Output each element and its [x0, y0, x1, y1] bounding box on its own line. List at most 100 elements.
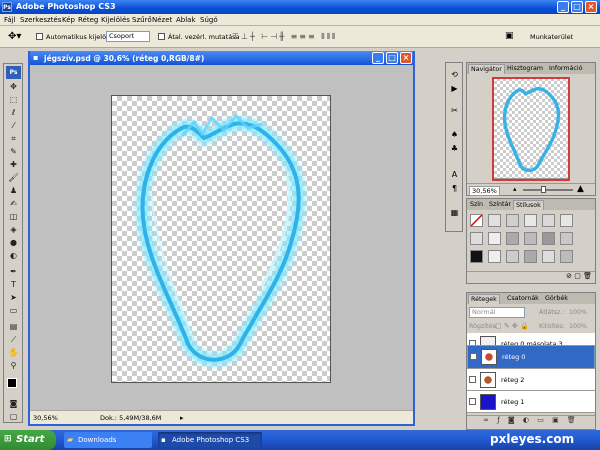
blend-mode-dropdown[interactable]: Normál [469, 307, 525, 318]
dock-brushes-icon[interactable]: ♠ [449, 129, 460, 140]
tab-styles[interactable]: Stílusok [513, 200, 544, 210]
zoom-slider[interactable] [523, 189, 573, 191]
taskbar-item-photoshop[interactable]: ▪ Adobe Photoshop CS3 [158, 432, 262, 448]
dock-clone-source-icon[interactable]: ♣ [449, 143, 460, 154]
dodge-icon[interactable]: ◐ [7, 250, 20, 261]
doc-close-icon[interactable]: × [400, 52, 412, 64]
fill-value[interactable]: 100% [569, 323, 587, 330]
menu-file[interactable]: Fájl [4, 16, 16, 24]
style-swatch[interactable] [524, 214, 537, 227]
type-icon[interactable]: T [7, 279, 20, 290]
lock-icons[interactable]: ▢ ✎ ✥ 🔒 [495, 322, 529, 330]
layer-row-selected[interactable]: réteg 0 [467, 345, 595, 369]
dock-character-icon[interactable]: A [449, 169, 460, 180]
tab-info[interactable]: Információ [547, 64, 584, 74]
dock-actions-icon[interactable]: ▶ [449, 83, 460, 94]
canvas-area[interactable] [30, 65, 413, 410]
workspace-icon[interactable]: ▣ [505, 31, 514, 41]
dock-layer-comps-icon[interactable]: ▦ [449, 207, 460, 218]
auto-select-dropdown[interactable]: Csoport [106, 31, 150, 42]
style-swatch[interactable] [470, 250, 483, 263]
show-transform-checkbox[interactable] [158, 33, 165, 40]
history-brush-icon[interactable]: ✍ [7, 198, 20, 209]
menu-window[interactable]: Ablak [176, 16, 196, 24]
style-swatch[interactable] [560, 214, 573, 227]
style-swatch[interactable] [488, 250, 501, 263]
screen-mode-icon[interactable]: ▢ [7, 411, 20, 422]
hand-icon[interactable]: ✋ [7, 347, 20, 358]
quick-mask-icon[interactable]: ◙ [7, 398, 20, 409]
navigator-view-box[interactable] [492, 77, 570, 181]
close-icon[interactable]: × [585, 1, 597, 13]
tab-curves[interactable]: Görbék [543, 294, 570, 304]
opacity-value[interactable]: 100% [569, 309, 587, 316]
layers-footer-icons[interactable]: ∞ ƒ ◙ ◐ ▭ ▣ 🗑 [467, 415, 595, 427]
taskbar-item-downloads[interactable]: ▰ Downloads [64, 432, 152, 448]
style-swatch[interactable] [542, 214, 555, 227]
navigator-zoom[interactable]: 30,56% [469, 186, 500, 196]
notes-icon[interactable]: ▤ [7, 321, 20, 332]
tab-color[interactable]: Szín [468, 200, 485, 210]
align-icons[interactable]: ⊤⊥┼ ⊢⊣╫ ≡≡≡ ⫴⫴⫴ [232, 32, 337, 42]
doc-size-info[interactable]: Dok.: 5,49M/38,6M [100, 414, 161, 422]
move-tool-icon[interactable]: ✥▾ [8, 31, 21, 42]
stamp-icon[interactable]: ♟ [7, 185, 20, 196]
layer-row[interactable]: réteg 1 [467, 391, 595, 413]
tab-navigator[interactable]: Navigátor [468, 64, 505, 74]
style-swatch[interactable] [470, 232, 483, 245]
visibility-toggle[interactable] [469, 376, 476, 383]
visibility-toggle[interactable] [469, 398, 476, 405]
style-swatch[interactable] [506, 214, 519, 227]
style-swatch[interactable] [524, 232, 537, 245]
zoom-icon[interactable]: ⚲ [7, 360, 20, 371]
crop-icon[interactable]: ⌗ [7, 133, 20, 144]
styles-footer-icons[interactable]: ⊘ ▢ 🗑 [467, 271, 595, 283]
tab-swatches[interactable]: Színtár [487, 200, 513, 210]
magic-wand-icon[interactable]: ⁄ [7, 120, 20, 131]
menu-edit[interactable]: Szerkesztés [20, 16, 61, 24]
tab-channels[interactable]: Csatornák [505, 294, 541, 304]
workspace-label[interactable]: Munkaterület [530, 33, 573, 41]
dock-tool-presets-icon[interactable]: ✂ [449, 105, 460, 116]
auto-select-checkbox[interactable] [36, 33, 43, 40]
maximize-icon[interactable]: □ [571, 1, 583, 13]
menu-help[interactable]: Súgó [200, 16, 218, 24]
shape-icon[interactable]: ▭ [7, 305, 20, 316]
zoom-level[interactable]: 30,56% [33, 414, 58, 422]
style-swatch[interactable] [560, 232, 573, 245]
zoom-out-icon[interactable]: ▴ [513, 185, 517, 193]
foreground-color-swatch[interactable] [7, 378, 17, 388]
menu-layer[interactable]: Réteg [78, 16, 98, 24]
doc-maximize-icon[interactable]: □ [386, 52, 398, 64]
eraser-icon[interactable]: ◫ [7, 211, 20, 222]
style-swatch[interactable] [488, 214, 501, 227]
image-canvas[interactable] [111, 95, 331, 383]
layer-row[interactable]: réteg 2 [467, 369, 595, 391]
zoom-in-icon[interactable]: ▲ [577, 184, 584, 194]
bucket-icon[interactable]: ◈ [7, 224, 20, 235]
move-icon[interactable]: ✥ [7, 81, 20, 92]
style-swatch[interactable] [524, 250, 537, 263]
document-title-bar[interactable]: ▪ jégszív.psd @ 30,6% (réteg 0,RGB/8#) _… [30, 51, 413, 65]
menu-filter[interactable]: Szűrő [132, 16, 152, 24]
zoom-slider-thumb[interactable] [541, 186, 546, 193]
style-swatch[interactable] [488, 232, 501, 245]
lasso-icon[interactable]: ℓ [7, 107, 20, 118]
brush-icon[interactable]: 🖌 [7, 172, 20, 183]
visibility-toggle[interactable] [470, 353, 477, 360]
status-arrow-icon[interactable]: ▸ [180, 414, 184, 422]
style-swatch[interactable] [542, 232, 555, 245]
eyedropper-icon[interactable]: ✎ [7, 146, 20, 157]
menu-view[interactable]: Nézet [152, 16, 172, 24]
marquee-icon[interactable]: ⬚ [7, 94, 20, 105]
style-swatch[interactable] [506, 250, 519, 263]
pen-icon[interactable]: ✒ [7, 266, 20, 277]
eyedropper2-icon[interactable]: ⟋ [7, 334, 20, 345]
style-none-swatch[interactable] [470, 214, 483, 227]
start-button[interactable]: ⊞ Start [0, 430, 56, 450]
healing-icon[interactable]: ✚ [7, 159, 20, 170]
path-select-icon[interactable]: ➤ [7, 292, 20, 303]
tab-layers[interactable]: Rétegek [468, 294, 500, 304]
minimize-icon[interactable]: _ [557, 1, 569, 13]
menu-select[interactable]: Kijelölés [101, 16, 130, 24]
